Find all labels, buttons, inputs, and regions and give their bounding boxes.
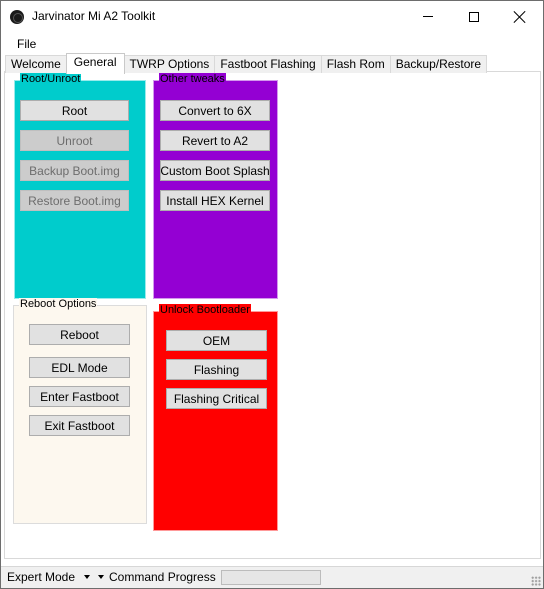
chevron-down-icon xyxy=(98,575,104,579)
group-title-reboot-options: Reboot Options xyxy=(19,298,98,311)
app-logo-icon[interactable] xyxy=(10,10,24,24)
reboot-button[interactable]: Reboot xyxy=(29,324,130,345)
group-unlock-bootloader: Unlock Bootloader OEM Flashing Flashing … xyxy=(153,304,278,531)
tab-fastboot-flashing[interactable]: Fastboot Flashing xyxy=(214,55,322,73)
tab-welcome[interactable]: Welcome xyxy=(5,55,67,73)
chevron-down-icon xyxy=(84,575,91,579)
resize-grip-icon[interactable] xyxy=(531,576,541,586)
status-bar: Expert Mode Command Progress xyxy=(1,566,543,588)
command-progress-bar xyxy=(221,570,321,585)
exit-fastboot-button[interactable]: Exit Fastboot xyxy=(29,415,130,436)
tab-flash-rom[interactable]: Flash Rom xyxy=(320,55,391,73)
enter-fastboot-button[interactable]: Enter Fastboot xyxy=(29,386,130,407)
expert-mode-label: Expert Mode xyxy=(7,570,76,584)
maximize-button[interactable] xyxy=(451,1,497,32)
window-title: Jarvinator Mi A2 Toolkit xyxy=(32,9,156,23)
flashing-critical-unlock-button[interactable]: Flashing Critical xyxy=(166,388,267,409)
close-button[interactable] xyxy=(497,1,543,32)
convert-to-6x-button[interactable]: Convert to 6X xyxy=(160,100,270,121)
tab-backup-restore[interactable]: Backup/Restore xyxy=(389,55,488,73)
command-progress-label: Command Progress xyxy=(109,570,216,584)
group-title-unlock-bootloader: Unlock Bootloader xyxy=(159,304,251,317)
revert-to-a2-button[interactable]: Revert to A2 xyxy=(160,130,270,151)
restore-boot-img-button[interactable]: Restore Boot.img xyxy=(20,190,129,211)
oem-unlock-button[interactable]: OEM xyxy=(166,330,267,351)
tab-twrp-options[interactable]: TWRP Options xyxy=(123,55,216,73)
menu-file[interactable]: File xyxy=(9,37,44,51)
flashing-unlock-button[interactable]: Flashing xyxy=(166,359,267,380)
command-progress-dropdown[interactable]: Command Progress xyxy=(98,570,216,584)
backup-boot-img-button[interactable]: Backup Boot.img xyxy=(20,160,129,181)
minimize-button[interactable] xyxy=(405,1,451,32)
install-hex-kernel-button[interactable]: Install HEX Kernel xyxy=(160,190,270,211)
group-title-root-unroot: Root/Unroot xyxy=(20,73,82,86)
minimize-icon xyxy=(423,16,433,17)
root-button[interactable]: Root xyxy=(20,100,129,121)
menu-bar: File xyxy=(1,35,543,53)
group-root-unroot: Root/Unroot Root Unroot Backup Boot.img … xyxy=(14,73,146,299)
expert-mode-dropdown[interactable]: Expert Mode xyxy=(7,570,91,584)
tab-general[interactable]: General xyxy=(65,53,125,74)
custom-boot-splash-button[interactable]: Custom Boot Splash xyxy=(160,160,270,181)
maximize-icon xyxy=(469,11,479,22)
group-title-other-tweaks: Other tweaks xyxy=(159,73,226,86)
app-window: Jarvinator Mi A2 Toolkit File Welcome Ge… xyxy=(0,0,544,589)
group-other-tweaks: Other tweaks Convert to 6X Revert to A2 … xyxy=(153,73,278,299)
title-bar: Jarvinator Mi A2 Toolkit xyxy=(1,1,543,32)
close-icon xyxy=(514,11,526,23)
group-reboot-options: Reboot Options Reboot EDL Mode Enter Fas… xyxy=(13,298,147,524)
tab-strip: Welcome General TWRP Options Fastboot Fl… xyxy=(5,53,488,74)
edl-mode-button[interactable]: EDL Mode xyxy=(29,357,130,378)
unroot-button[interactable]: Unroot xyxy=(20,130,129,151)
